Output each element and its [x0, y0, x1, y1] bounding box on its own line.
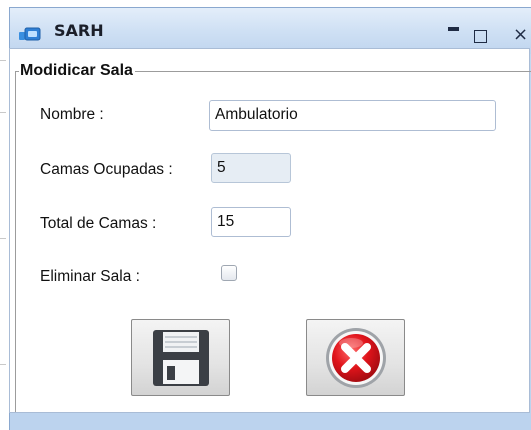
background-edge	[0, 0, 9, 430]
window-title: SARH	[54, 21, 104, 40]
group-title: Modidicar Sala	[19, 62, 135, 80]
red-cancel-x-icon	[325, 327, 386, 388]
save-button[interactable]	[131, 319, 230, 396]
app-icon	[19, 27, 41, 41]
camas-ocupadas-label: Camas Ocupadas :	[40, 161, 173, 178]
camas-ocupadas-field: 5	[211, 153, 291, 183]
cancel-button[interactable]	[306, 319, 405, 396]
floppy-disk-icon	[152, 329, 209, 386]
eliminar-sala-checkbox[interactable]	[221, 265, 237, 281]
dialog-content: Modidicar Sala Nombre : Ambulatorio Cama…	[9, 48, 531, 413]
nombre-field[interactable]: Ambulatorio	[209, 100, 496, 131]
eliminar-sala-label: Eliminar Sala :	[40, 268, 140, 285]
minimize-button[interactable]	[448, 27, 459, 31]
total-camas-field[interactable]: 15	[211, 207, 291, 237]
nombre-label: Nombre :	[40, 106, 104, 123]
maximize-button[interactable]	[474, 30, 487, 43]
total-camas-label: Total de Camas :	[40, 215, 157, 232]
close-button[interactable]: ×	[513, 26, 528, 44]
